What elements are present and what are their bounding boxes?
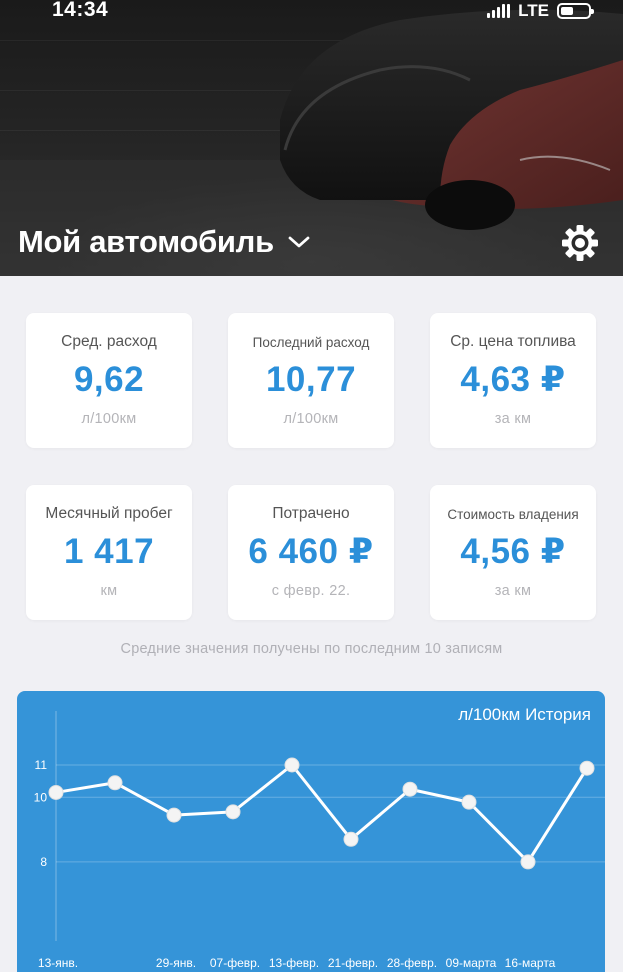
x-tick-label: 13-февр. [269,956,319,970]
stat-title: Потрачено [272,505,350,522]
stat-unit: за км [494,583,532,599]
data-point [166,807,182,823]
x-tick-label: 28-февр. [387,956,437,970]
stat-value: 10,77 [265,360,357,399]
stat-value: 4,56 ₽ [460,532,566,571]
car-title: Мой автомобиль [18,224,274,259]
data-point [107,775,123,791]
x-tick-label: 16-марта [505,956,556,970]
settings-gear-icon[interactable] [561,224,599,262]
network-label: LTE [518,1,549,20]
series-line [55,763,589,864]
data-point [48,784,64,800]
status-indicators: LTE [487,0,594,22]
stat-card-spent[interactable]: Потрачено 6 460 ₽ с февр. 22. [228,485,394,620]
x-tick-label: 13-янв. [38,956,78,970]
stat-title: Сред. расход [61,333,157,350]
x-tick-label: 09-марта [446,956,497,970]
stat-title: Ср. цена топлива [450,333,576,350]
x-tick-label: 21-февр. [328,956,378,970]
status-bar: 14:34 LTE [0,0,623,26]
stat-card-ownership-cost[interactable]: Стоимость владения 4,56 ₽ за км [430,485,596,620]
stat-title: Стоимость владения [447,507,579,522]
data-point [402,781,418,797]
data-point [343,831,359,847]
car-selector[interactable]: Мой автомобиль [18,224,310,260]
stat-title: Последний расход [252,335,370,350]
stat-unit: за км [494,411,532,427]
battery-icon [557,3,594,19]
stat-value: 6 460 ₽ [248,532,374,571]
averages-footnote: Средние значения получены по последним 1… [120,641,503,657]
stat-unit: км [100,583,118,599]
status-time: 14:34 [52,0,109,21]
stat-card-avg-consumption[interactable]: Сред. расход 9,62 л/100км [26,313,192,448]
stat-card-monthly-mileage[interactable]: Месячный пробег 1 417 км [26,485,192,620]
data-point [579,760,595,776]
stat-card-last-consumption[interactable]: Последний расход 10,77 л/100км [228,313,394,448]
header-hero: 14:34 LTE Мой автомобиль [0,0,623,276]
consumption-history-chart[interactable]: л/100км История 8 10 11 13-янв. 29-янв. 07-фе… [17,691,605,972]
stat-value: 4,63 ₽ [460,360,566,399]
x-tick-label: 07-февр. [210,956,260,970]
signal-icon [487,4,511,18]
data-point [225,804,241,820]
data-point [284,757,300,773]
y-tick-label: 11 [35,758,48,772]
data-point [461,794,477,810]
y-tick-label: 10 [34,790,48,804]
stat-value: 9,62 [73,360,145,399]
stat-title: Месячный пробег [45,505,173,522]
stat-unit: л/100км [81,411,137,427]
stat-unit: л/100км [283,411,339,427]
stat-unit: с февр. 22. [271,583,351,599]
stat-card-avg-fuel-price[interactable]: Ср. цена топлива 4,63 ₽ за км [430,313,596,448]
chart-canvas: 8 10 11 13-янв. 29-янв. 07-февр. 13-февр. 21-фе… [34,711,605,970]
chevron-down-icon [288,236,310,248]
x-tick-label: 29-янв. [156,956,196,970]
stat-value: 1 417 [63,532,155,571]
data-point [520,854,536,870]
y-tick-label: 8 [40,855,47,869]
